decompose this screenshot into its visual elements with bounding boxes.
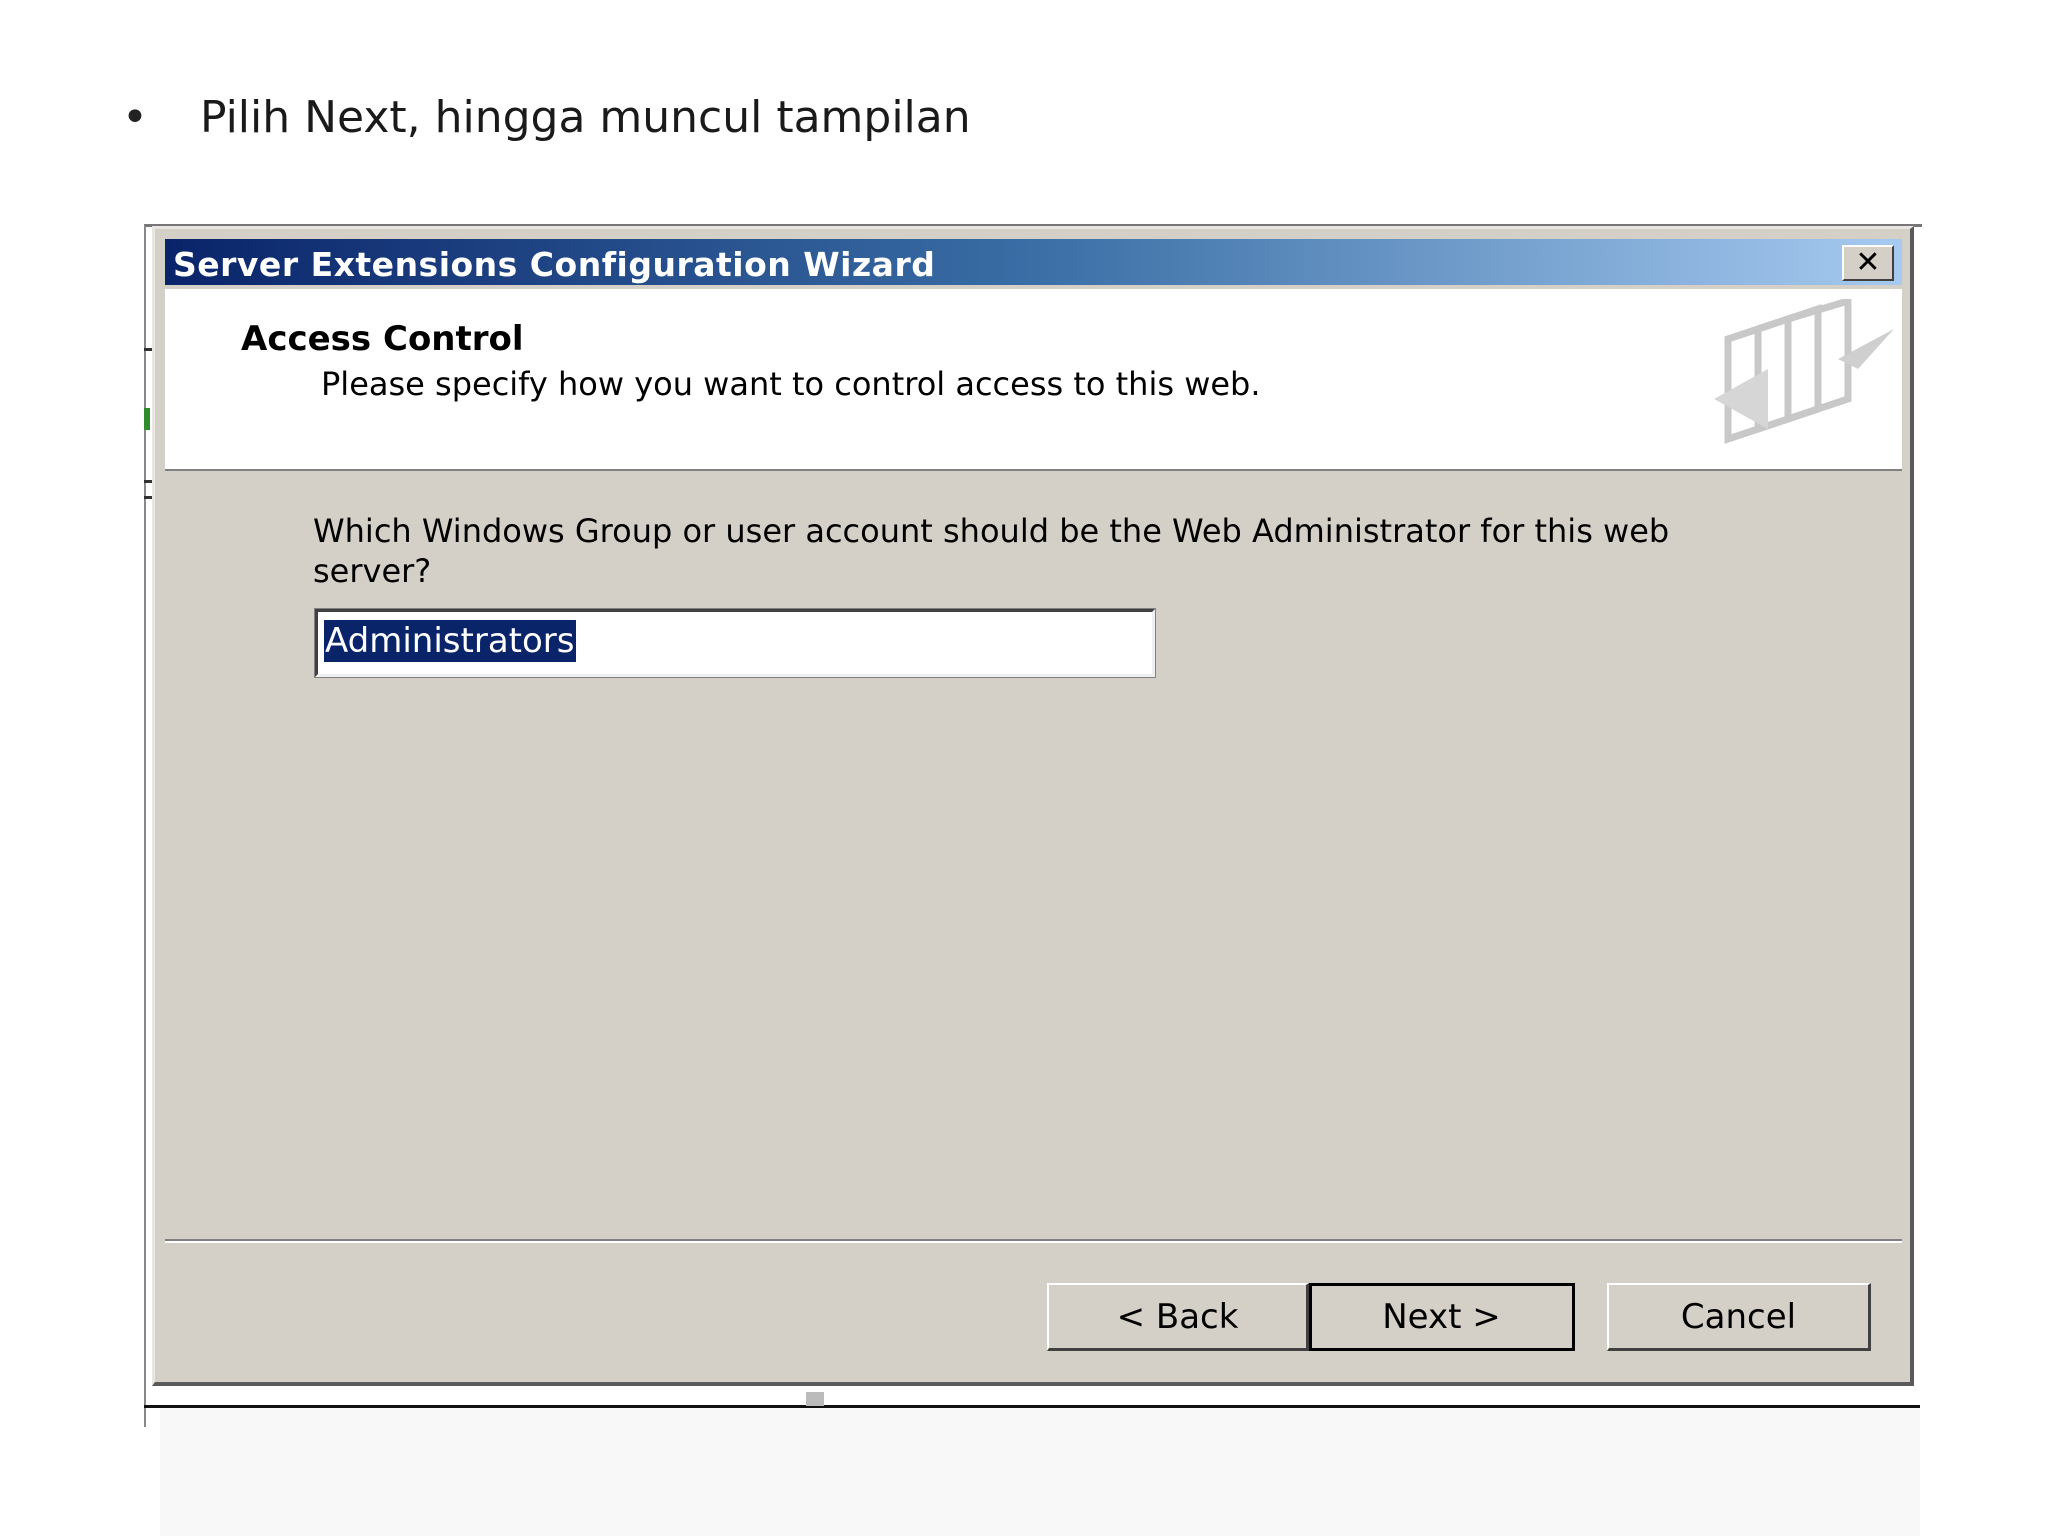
bottom-shade	[160, 1408, 1920, 1536]
header-subtitle: Please specify how you want to control a…	[321, 365, 1261, 403]
background-tick	[144, 348, 152, 351]
background-tick	[144, 480, 152, 483]
button-separator	[165, 1239, 1902, 1243]
background-green-marker	[144, 408, 150, 430]
title-bar[interactable]: Server Extensions Configuration Wizard ✕	[165, 239, 1902, 285]
header-title: Access Control	[241, 319, 524, 359]
wizard-header: Access Control Please specify how you wa…	[165, 289, 1902, 471]
admin-account-value: Administrators	[324, 620, 576, 662]
wizard-pages-icon	[1714, 299, 1894, 444]
admin-question: Which Windows Group or user account shou…	[313, 512, 1670, 590]
next-button[interactable]: Next >	[1309, 1283, 1575, 1351]
back-button[interactable]: < Back	[1047, 1283, 1309, 1351]
dialog-title: Server Extensions Configuration Wizard	[173, 245, 936, 284]
background-tick	[144, 496, 152, 499]
cancel-button[interactable]: Cancel	[1607, 1283, 1871, 1351]
background-bottom-line	[144, 1405, 1920, 1408]
wizard-dialog: Server Extensions Configuration Wizard ✕…	[152, 226, 1914, 1386]
admin-account-input[interactable]: Administrators	[314, 608, 1156, 678]
close-icon: ✕	[1855, 245, 1881, 280]
slide-instruction: Pilih Next, hingga muncul tampilan	[200, 92, 971, 143]
background-bottom-stub	[806, 1392, 824, 1406]
slide-bullet: •	[122, 92, 148, 143]
close-button[interactable]: ✕	[1842, 245, 1894, 281]
